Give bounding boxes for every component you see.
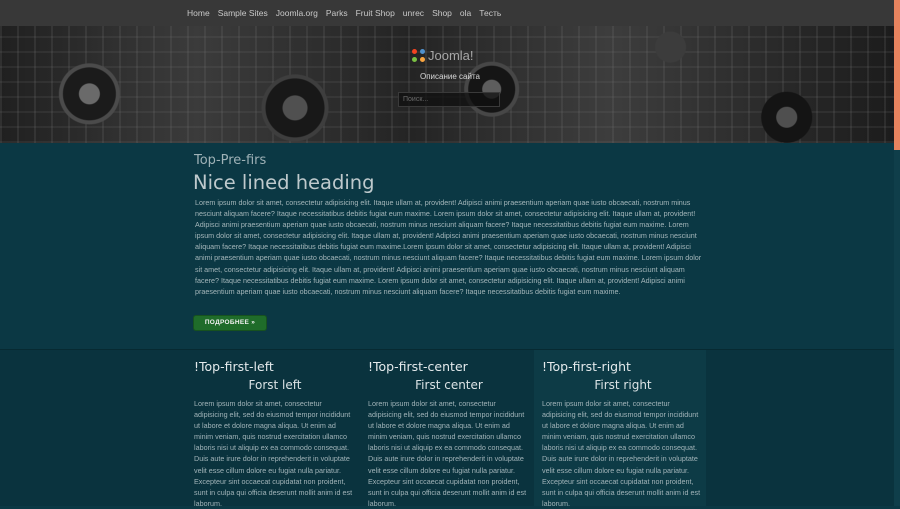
column-right: !Top-first-right First right Lorem ipsum… xyxy=(534,350,706,508)
scrollbar-thumb[interactable] xyxy=(894,0,900,150)
column-subtitle: First center xyxy=(415,378,483,392)
top-first-columns: !Top-first-left Forst left Lorem ipsum d… xyxy=(0,350,894,508)
column-title: !Top-first-center xyxy=(368,359,468,374)
joomla-logo-icon xyxy=(412,49,425,62)
column-left: !Top-first-left Forst left Lorem ipsum d… xyxy=(186,350,358,508)
nav-item-parks[interactable]: Parks xyxy=(326,8,348,18)
column-text: Lorem ipsum dolor sit amet, consectetur … xyxy=(542,399,701,508)
scrollbar[interactable] xyxy=(894,0,900,506)
top-pre-section: Top-Pre-firs Nice lined heading Lorem ip… xyxy=(0,143,894,350)
search-input[interactable] xyxy=(398,92,500,107)
nav-item-sample-sites[interactable]: Sample Sites xyxy=(218,8,268,18)
nav-item-joomla-org[interactable]: Joomla.org xyxy=(276,8,318,18)
nav-item-ola[interactable]: ola xyxy=(460,8,471,18)
column-title: !Top-first-left xyxy=(194,359,274,374)
nav-item-test[interactable]: Тесть xyxy=(479,8,501,18)
column-subtitle: First right xyxy=(594,378,652,392)
column-subtitle: Forst left xyxy=(248,378,302,392)
more-button[interactable]: ПОДРОБНЕЕ » xyxy=(194,316,266,330)
section-heading: Nice lined heading xyxy=(193,171,375,194)
nav-item-unrec[interactable]: unrec xyxy=(403,8,424,18)
hero-banner: Joomla! Описание сайта xyxy=(0,26,894,143)
nav-menu: Home Sample Sites Joomla.org Parks Fruit… xyxy=(187,0,509,26)
column-text: Lorem ipsum dolor sit amet, consectetur … xyxy=(194,399,353,508)
column-center: !Top-first-center First center Lorem ips… xyxy=(360,350,532,508)
column-title: !Top-first-right xyxy=(542,359,631,374)
nav-item-home[interactable]: Home xyxy=(187,8,210,18)
top-navbar: Home Sample Sites Joomla.org Parks Fruit… xyxy=(0,0,894,27)
site-description: Описание сайта xyxy=(420,72,480,81)
nav-item-shop[interactable]: Shop xyxy=(432,8,452,18)
section-prefix: Top-Pre-firs xyxy=(194,153,267,168)
logo-text: Joomla! xyxy=(428,48,474,63)
nav-item-fruit-shop[interactable]: Fruit Shop xyxy=(356,8,395,18)
column-text: Lorem ipsum dolor sit amet, consectetur … xyxy=(368,399,527,508)
site-logo[interactable]: Joomla! xyxy=(412,48,474,63)
section-body-text: Lorem ipsum dolor sit amet, consectetur … xyxy=(195,198,702,296)
